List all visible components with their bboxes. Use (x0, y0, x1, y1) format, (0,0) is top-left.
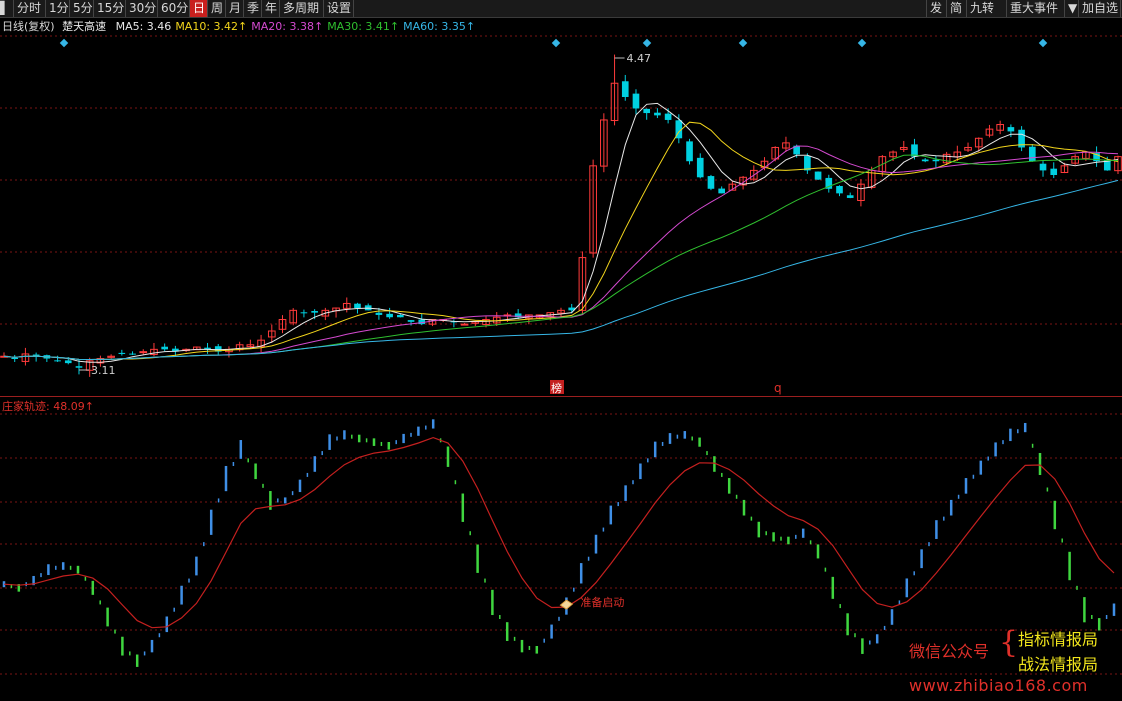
tab-quarter[interactable]: 季 (244, 0, 262, 17)
account-label: 微信公众号 (909, 642, 990, 661)
tag-q: q (774, 381, 782, 395)
candle-body (375, 312, 383, 315)
event-marker-icon (642, 38, 652, 48)
candle-body (1028, 146, 1036, 162)
tab-month[interactable]: 月 (226, 0, 244, 17)
event-marker-icon (857, 38, 867, 48)
candle-body (696, 157, 704, 178)
event-marker-icon (551, 38, 561, 48)
tab-30min[interactable]: 30分 (126, 0, 158, 17)
watermark-line2: 战法情报局 (1018, 655, 1099, 674)
panel-divider (0, 396, 1122, 397)
candle-body (1007, 127, 1015, 132)
high-price-label: 4.47 (627, 52, 652, 65)
btn-major-events[interactable]: 重大事件 (1006, 0, 1064, 17)
candle-body (1050, 168, 1058, 175)
candle-body (643, 108, 651, 114)
tab-day[interactable]: 日 (190, 0, 208, 17)
candle-body (75, 366, 83, 368)
btn-dropdown[interactable]: ▼ (1064, 0, 1078, 17)
toolbar-start-icon: ▌ (0, 0, 14, 17)
candle-body (664, 113, 672, 120)
tab-year[interactable]: 年 (262, 0, 280, 17)
event-marker-icon (59, 38, 69, 48)
candle-body (932, 159, 940, 162)
tab-week[interactable]: 周 (208, 0, 226, 17)
candle-body (11, 357, 19, 359)
candle-body (686, 141, 693, 162)
candle-body (118, 352, 126, 354)
candle-body (139, 351, 148, 354)
tag-bang: 榜 (551, 381, 562, 395)
indicator-signal-line (3, 436, 1115, 629)
candle-body (921, 159, 929, 162)
period-toolbar: ▌分时1分5分15分30分60分日周月季年多周期设置 发简九转重大事件▼加自选坟 (0, 0, 1122, 18)
candle-body (386, 313, 393, 318)
candle-body (632, 93, 640, 109)
tab-60min[interactable]: 60分 (158, 0, 190, 17)
candle-body (814, 171, 822, 180)
candle-body (707, 176, 715, 189)
event-marker-icon (738, 38, 748, 48)
candle-body (1039, 163, 1047, 171)
tab-1min[interactable]: 1分 (46, 0, 70, 17)
candle-body (300, 312, 308, 314)
btn-add-watchlist[interactable]: 加自选 (1078, 0, 1120, 17)
watermark-line1: 指标情报局 (1018, 630, 1099, 649)
candle-body (54, 360, 61, 362)
candle-body (460, 323, 469, 326)
signal-label: 准备启动 (580, 595, 624, 609)
tab-intraday[interactable]: 分时 (14, 0, 46, 17)
candle-body (64, 360, 72, 364)
candle-body (354, 303, 361, 309)
tab-5min[interactable]: 5分 (70, 0, 94, 17)
candle-body (846, 195, 854, 198)
watermark-url: www.zhibiao168.com (909, 676, 1088, 695)
brace-glyph: { (999, 625, 1019, 660)
candle-body (718, 188, 725, 194)
candle-body (311, 311, 318, 313)
ma-line-5 (3, 102, 1119, 363)
ma-line-20 (3, 145, 1119, 361)
candlestick-chart: 4.47 3.11 榜 q (0, 35, 1122, 395)
tab-settings[interactable]: 设置 (324, 0, 354, 17)
tab-15min[interactable]: 15分 (94, 0, 126, 17)
tab-multi-period[interactable]: 多周期 (280, 0, 324, 17)
candle-body (161, 346, 168, 350)
candle-body (654, 112, 661, 116)
candle-body (397, 314, 404, 318)
candle-body (1103, 160, 1111, 171)
candle-body (129, 353, 136, 355)
low-price-label: 3.11 (91, 364, 116, 377)
ma-line-30 (3, 154, 1119, 361)
candle-body (804, 156, 811, 171)
candle-body (621, 81, 629, 97)
ma-line-60 (3, 179, 1119, 361)
btn-jian[interactable]: 简 (946, 0, 966, 17)
event-marker-icon (1038, 38, 1048, 48)
btn-fa[interactable]: 发 (926, 0, 946, 17)
candle-body (836, 186, 843, 194)
btn-jiuzhuan[interactable]: 九转 (966, 0, 1006, 17)
candle-body (407, 320, 415, 322)
